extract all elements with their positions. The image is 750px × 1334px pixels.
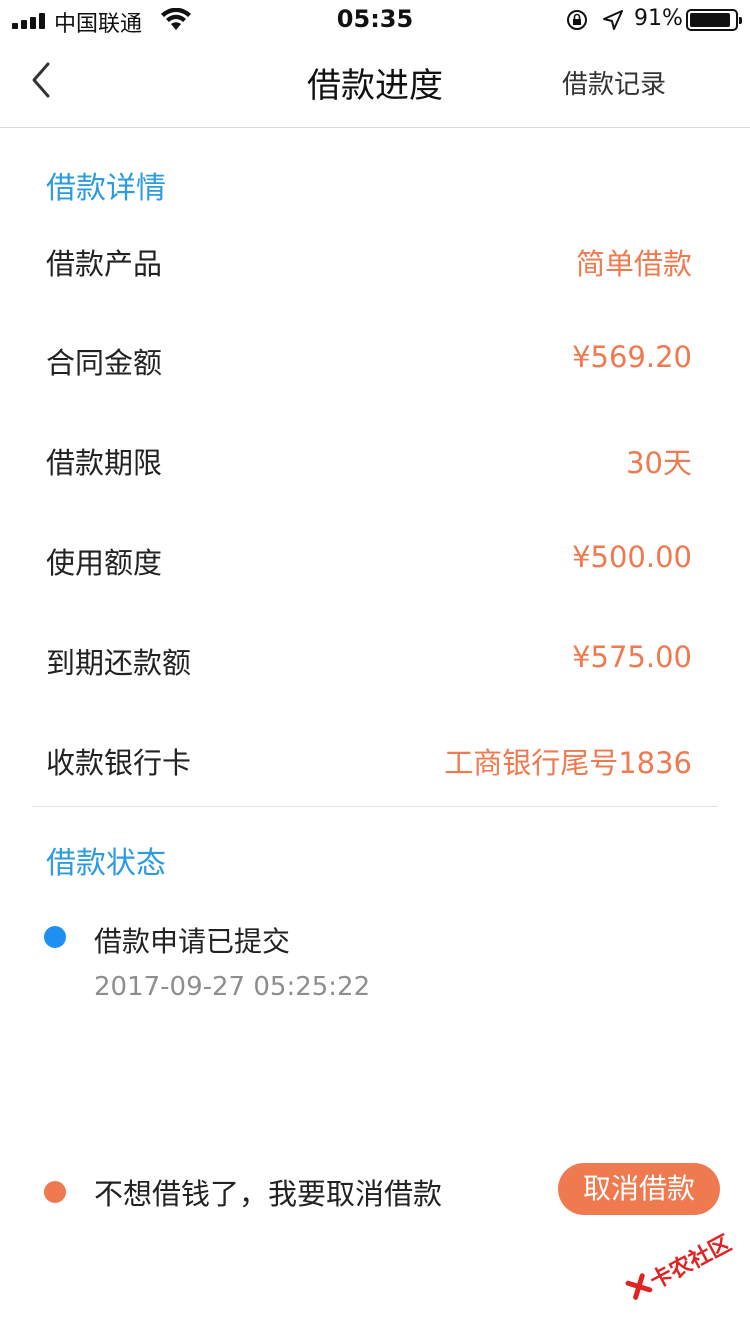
watermark: 卡农社区 (617, 1216, 738, 1312)
status-dot-icon (44, 926, 66, 948)
detail-value: 简单借款 (575, 247, 692, 281)
detail-value: 30天 (626, 446, 692, 480)
detail-value: ¥575.00 (572, 640, 692, 674)
loan-records-link[interactable]: 借款记录 (562, 64, 666, 101)
detail-row-product: 借款产品 简单借款 (46, 229, 692, 289)
detail-label: 收款银行卡 (46, 746, 192, 780)
cancel-dot-icon (44, 1181, 66, 1203)
detail-value: ¥569.20 (572, 340, 692, 374)
detail-row-contract-amount: 合同金额 ¥569.20 (46, 328, 692, 388)
status-timestamp: 2017-09-27 05:25:22 (94, 972, 371, 1002)
cancel-prompt: 不想借钱了，我要取消借款 (94, 1177, 443, 1211)
detail-row-used-credit: 使用额度 ¥500.00 (46, 528, 692, 588)
detail-row-bank-card: 收款银行卡 工商银行尾号1836 (46, 728, 692, 788)
section-divider (32, 806, 718, 807)
orientation-lock-icon (567, 10, 587, 30)
detail-label: 借款期限 (46, 446, 163, 480)
battery-icon (686, 9, 742, 31)
status-bar: 中国联通 05:35 91% (0, 0, 750, 40)
status-timeline-item: 借款申请已提交 2017-09-27 05:25:22 (44, 916, 704, 1016)
detail-row-repayment-amount: 到期还款额 ¥575.00 (46, 628, 692, 688)
battery-percent: 91% (634, 6, 683, 31)
cancel-loan-button[interactable]: 取消借款 (558, 1163, 720, 1215)
detail-label: 合同金额 (46, 346, 163, 380)
detail-label: 使用额度 (46, 546, 163, 580)
cancel-row: 不想借钱了，我要取消借款 取消借款 (44, 1163, 720, 1217)
detail-label: 到期还款额 (46, 646, 192, 680)
detail-row-term: 借款期限 30天 (46, 428, 692, 488)
watermark-text: 卡农社区 (646, 1231, 736, 1295)
status-text: 借款申请已提交 (94, 925, 291, 958)
nav-bar: 借款进度 借款记录 (0, 40, 750, 128)
detail-label: 借款产品 (46, 247, 163, 281)
detail-value: 工商银行尾号1836 (444, 746, 692, 780)
details-section-title: 借款详情 (46, 171, 166, 206)
status-section-title: 借款状态 (46, 846, 166, 881)
detail-value: ¥500.00 (572, 540, 692, 574)
location-arrow-icon (603, 10, 623, 30)
